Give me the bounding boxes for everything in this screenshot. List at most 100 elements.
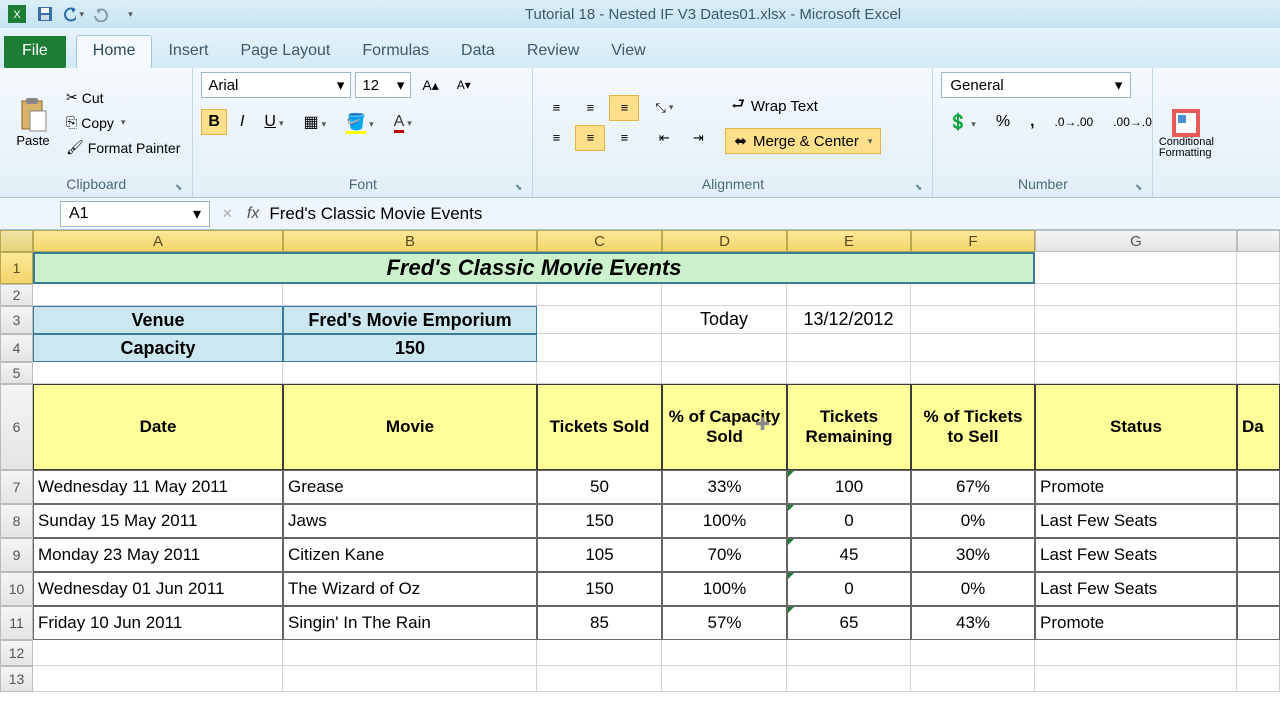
cell-pct-cap[interactable]: 70% bbox=[662, 538, 787, 572]
align-bottom-button[interactable]: ≡ bbox=[609, 95, 639, 121]
row-header-11[interactable]: 11 bbox=[0, 606, 33, 640]
cell[interactable] bbox=[1237, 572, 1280, 606]
venue-cell[interactable]: Fred's Movie Emporium bbox=[283, 306, 537, 334]
capacity-label-cell[interactable]: Capacity bbox=[33, 334, 283, 362]
col-header-E[interactable]: E bbox=[787, 230, 911, 252]
qat-customize-icon[interactable] bbox=[118, 3, 140, 25]
conditional-formatting-button[interactable]: Conditional Formatting bbox=[1161, 94, 1211, 174]
row-header-13[interactable]: 13 bbox=[0, 666, 33, 692]
cell[interactable] bbox=[1237, 252, 1280, 284]
tab-home[interactable]: Home bbox=[76, 35, 153, 68]
font-size-combo[interactable]: 12▾ bbox=[355, 72, 411, 98]
venue-label-cell[interactable]: Venue bbox=[33, 306, 283, 334]
cell-date[interactable]: Wednesday 01 Jun 2011 bbox=[33, 572, 283, 606]
cell[interactable] bbox=[1237, 504, 1280, 538]
accounting-format-button[interactable]: 💲 bbox=[941, 108, 982, 136]
cell-sold[interactable]: 150 bbox=[537, 504, 662, 538]
row-header-5[interactable]: 5 bbox=[0, 362, 33, 384]
row-header-2[interactable]: 2 bbox=[0, 284, 33, 306]
col-header-A[interactable]: A bbox=[33, 230, 283, 252]
comma-button[interactable]: , bbox=[1023, 109, 1041, 135]
percent-button[interactable]: % bbox=[989, 109, 1017, 135]
tab-review[interactable]: Review bbox=[511, 36, 595, 68]
cell-pct-cap[interactable]: 57% bbox=[662, 606, 787, 640]
cell-pct-sell[interactable]: 30% bbox=[911, 538, 1035, 572]
italic-button[interactable]: I bbox=[233, 109, 251, 135]
hdr-pct-sell[interactable]: % of Tickets to Sell bbox=[911, 384, 1035, 470]
row-header-7[interactable]: 7 bbox=[0, 470, 33, 504]
hdr-days[interactable]: Da bbox=[1237, 384, 1280, 470]
cell-pct-sell[interactable]: 0% bbox=[911, 572, 1035, 606]
today-label-cell[interactable]: Today bbox=[662, 306, 787, 334]
cell-date[interactable]: Monday 23 May 2011 bbox=[33, 538, 283, 572]
shrink-font-button[interactable]: A▾ bbox=[450, 74, 478, 96]
select-all-button[interactable] bbox=[0, 230, 33, 252]
grow-font-button[interactable]: A▴ bbox=[415, 73, 445, 98]
decrease-indent-button[interactable]: ⇤ bbox=[649, 125, 679, 151]
hdr-status[interactable]: Status bbox=[1035, 384, 1237, 470]
cell-remain[interactable]: 65 bbox=[787, 606, 911, 640]
today-cell[interactable]: 13/12/2012 bbox=[787, 306, 911, 334]
align-top-button[interactable]: ≡ bbox=[541, 95, 571, 121]
cell[interactable] bbox=[1237, 538, 1280, 572]
row-header-12[interactable]: 12 bbox=[0, 640, 33, 666]
format-painter-button[interactable]: 🖌Format Painter bbox=[62, 137, 184, 158]
bold-button[interactable]: B bbox=[201, 109, 227, 135]
excel-icon[interactable]: X bbox=[6, 3, 28, 25]
cell-pct-cap[interactable]: 100% bbox=[662, 572, 787, 606]
cell-movie[interactable]: The Wizard of Oz bbox=[283, 572, 537, 606]
cell-remain[interactable]: 0 bbox=[787, 572, 911, 606]
cell-pct-sell[interactable]: 43% bbox=[911, 606, 1035, 640]
formula-input[interactable]: Fred's Classic Movie Events bbox=[269, 204, 482, 224]
col-header-H[interactable] bbox=[1237, 230, 1280, 252]
fill-color-button[interactable]: 🪣 bbox=[339, 108, 380, 136]
redo-icon[interactable] bbox=[90, 3, 112, 25]
save-icon[interactable] bbox=[34, 3, 56, 25]
name-box[interactable]: A1▾ bbox=[60, 201, 210, 227]
capacity-cell[interactable]: 150 bbox=[283, 334, 537, 362]
col-header-F[interactable]: F bbox=[911, 230, 1035, 252]
tab-page-layout[interactable]: Page Layout bbox=[224, 36, 346, 68]
cell-pct-cap[interactable]: 33% bbox=[662, 470, 787, 504]
row-header-3[interactable]: 3 bbox=[0, 306, 33, 334]
hdr-remain[interactable]: Tickets Remaining bbox=[787, 384, 911, 470]
decrease-decimal-button[interactable]: .00→.0 bbox=[1106, 111, 1159, 133]
cell-status[interactable]: Last Few Seats bbox=[1035, 572, 1237, 606]
underline-button[interactable]: U bbox=[257, 109, 290, 135]
cell-status[interactable]: Promote bbox=[1035, 470, 1237, 504]
row-header-10[interactable]: 10 bbox=[0, 572, 33, 606]
cell[interactable] bbox=[1237, 470, 1280, 504]
cell-pct-sell[interactable]: 0% bbox=[911, 504, 1035, 538]
undo-icon[interactable] bbox=[62, 3, 84, 25]
cell-date[interactable]: Friday 10 Jun 2011 bbox=[33, 606, 283, 640]
cell-date[interactable]: Wednesday 11 May 2011 bbox=[33, 470, 283, 504]
tab-data[interactable]: Data bbox=[445, 36, 511, 68]
cell-sold[interactable]: 150 bbox=[537, 572, 662, 606]
cut-button[interactable]: ✂Cut bbox=[62, 87, 184, 108]
cell-pct-sell[interactable]: 67% bbox=[911, 470, 1035, 504]
paste-button[interactable]: Paste bbox=[8, 83, 58, 163]
tab-file[interactable]: File bbox=[4, 36, 66, 68]
number-format-combo[interactable]: General▾ bbox=[941, 72, 1131, 98]
hdr-movie[interactable]: Movie bbox=[283, 384, 537, 470]
tab-formulas[interactable]: Formulas bbox=[346, 36, 445, 68]
merge-center-button[interactable]: ⬌Merge & Center bbox=[725, 128, 881, 154]
increase-indent-button[interactable]: ⇥ bbox=[683, 125, 713, 151]
row-header-8[interactable]: 8 bbox=[0, 504, 33, 538]
increase-decimal-button[interactable]: .0→.00 bbox=[1048, 111, 1101, 133]
title-cell[interactable]: Fred's Classic Movie Events bbox=[33, 252, 1035, 284]
col-header-G[interactable]: G bbox=[1035, 230, 1237, 252]
cell-remain[interactable]: 0 bbox=[787, 504, 911, 538]
cell[interactable] bbox=[1035, 252, 1237, 284]
row-header-4[interactable]: 4 bbox=[0, 334, 33, 362]
cell-status[interactable]: Last Few Seats bbox=[1035, 504, 1237, 538]
row-header-9[interactable]: 9 bbox=[0, 538, 33, 572]
align-right-button[interactable]: ≡ bbox=[609, 125, 639, 151]
cell-date[interactable]: Sunday 15 May 2011 bbox=[33, 504, 283, 538]
cell-pct-cap[interactable]: 100% bbox=[662, 504, 787, 538]
tab-insert[interactable]: Insert bbox=[152, 36, 224, 68]
hdr-sold[interactable]: Tickets Sold bbox=[537, 384, 662, 470]
row-header-6[interactable]: 6 bbox=[0, 384, 33, 470]
cell-sold[interactable]: 105 bbox=[537, 538, 662, 572]
cell-status[interactable]: Last Few Seats bbox=[1035, 538, 1237, 572]
